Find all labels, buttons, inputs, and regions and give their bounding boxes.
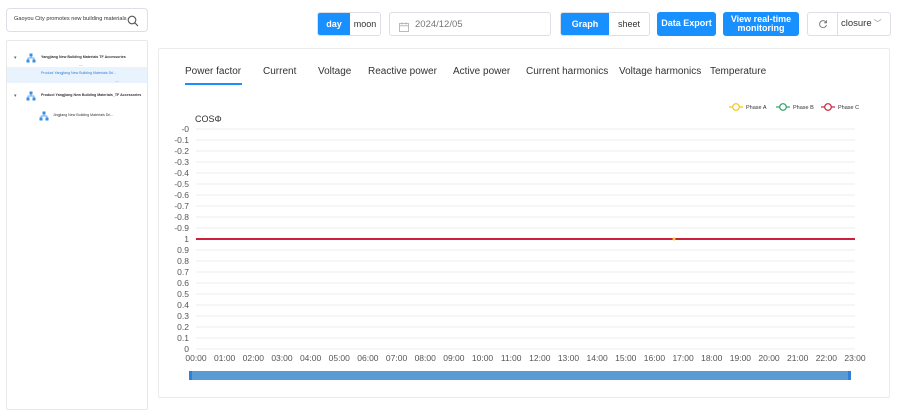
x-tick-label: 06:00 [357,353,379,363]
search-input-value: Gaoyou City promotes new building materi… [14,16,127,22]
y-tick-label: -0.7 [174,201,189,211]
x-tick-label: 18:00 [701,353,723,363]
legend-marker [779,103,787,111]
y-axis-label: COSΦ [195,114,222,124]
y-tick-label: -0.5 [174,179,189,189]
date-value: 2024/12/05 [415,19,463,30]
x-tick-label: 17:00 [672,353,694,363]
refresh-icon[interactable] [808,13,838,35]
zoom-scrollbar[interactable] [189,371,851,380]
view-sheet-button[interactable]: sheet [609,13,649,35]
y-tick-label: 0.1 [177,333,189,343]
chevron-down-icon: ﹀ [873,19,882,28]
y-tick-label: -0.9 [174,223,189,233]
tree-node-label: Product Yangjiang New Building Materials… [41,71,117,75]
closure-label: closure [841,18,872,29]
y-tick-label: -0.8 [174,212,189,222]
x-tick-label: 23:00 [844,353,866,363]
tree-node-label: Yangjiang New Building Materials TF Acce… [41,55,126,59]
y-tick-label: 0.3 [177,311,189,321]
x-tick-label: 09:00 [443,353,465,363]
x-tick-label: 07:00 [386,353,408,363]
y-tick-label: 0.5 [177,289,189,299]
realtime-label-line2: monitoring [737,23,785,33]
tree-node-group[interactable]: ▾ Yangjiang New Building Materials TF Ac… [7,51,147,67]
x-tick-label: 01:00 [214,353,236,363]
legend-label: Phase C [838,105,859,111]
realtime-monitoring-button[interactable]: View real-time monitoring [723,12,799,36]
x-tick-label: 20:00 [758,353,780,363]
closure-select[interactable]: closure ﹀ [807,12,891,36]
legend-marker [732,103,740,111]
zoom-handle-left[interactable] [189,371,192,380]
period-moon-button[interactable]: moon [350,13,380,35]
zoom-handle-right[interactable] [848,371,851,380]
org-node-icon [26,53,36,64]
legend-label: Phase B [793,105,814,111]
view-toggle: Graph sheet [560,12,650,36]
y-tick-label: 0.4 [177,300,189,310]
x-tick-label: 15:00 [615,353,637,363]
device-search-input[interactable]: Gaoyou City promotes new building materi… [6,8,148,32]
x-tick-label: 08:00 [415,353,437,363]
x-tick-label: 12:00 [529,353,551,363]
y-tick-label: 0.2 [177,322,189,332]
x-tick-label: 02:00 [243,353,265,363]
y-tick-label: 0.7 [177,267,189,277]
x-tick-label: 22:00 [816,353,838,363]
org-node-icon [26,91,36,102]
x-tick-label: 16:00 [644,353,666,363]
device-tree: ▾ Yangjiang New Building Materials TF Ac… [6,40,148,410]
x-tick-label: 11:00 [501,353,522,363]
view-graph-button[interactable]: Graph [561,13,609,35]
expand-arrow-icon[interactable]: ▾ [14,55,17,61]
y-tick-label: 1 [184,234,189,244]
y-tick-label: -0 [181,124,189,134]
x-tick-label: 21:00 [787,353,809,363]
x-tick-label: 00:00 [185,353,207,363]
tree-node-label: Jingjiang New Building Materials Dri... [53,113,114,117]
x-tick-label: 03:00 [271,353,293,363]
tree-node-leaf[interactable]: Product Yangjiang New Building Materials… [7,67,147,83]
period-toggle: day moon [317,12,381,36]
legend-label: Phase A [746,105,767,111]
y-tick-label: -0.6 [174,190,189,200]
y-tick-label: -0.3 [174,157,189,167]
chart-card: Power factor Current Voltage Reactive po… [158,48,890,398]
y-tick-label: 0.6 [177,278,189,288]
period-day-button[interactable]: day [318,13,350,35]
x-tick-label: 05:00 [329,353,351,363]
x-tick-label: 10:00 [472,353,494,363]
data-export-button[interactable]: Data Export [657,12,716,36]
search-icon[interactable] [127,14,139,32]
x-tick-label: 13:00 [558,353,580,363]
org-node-icon [39,111,49,122]
y-tick-label: -0.1 [174,135,189,145]
expand-arrow-icon[interactable]: ▾ [14,93,17,99]
calendar-icon [399,19,409,37]
y-tick-label: -0.2 [174,146,189,156]
y-tick-label: 0.9 [177,245,189,255]
legend-marker [824,103,832,111]
tree-node-group[interactable]: ▾ Product Yangjiang New Building Materia… [7,89,147,105]
date-picker[interactable]: 2024/12/05 [389,12,551,36]
y-tick-label: -0.4 [174,168,189,178]
power-factor-chart: COSΦ -0-0.1-0.2-0.3-0.4-0.5-0.6-0.7-0.8-0… [174,103,866,380]
tree-node-label: Product Yangjiang New Building Materials… [41,93,142,97]
series-point [672,237,676,241]
x-tick-label: 14:00 [586,353,608,363]
x-tick-label: 19:00 [730,353,752,363]
divider: — [115,78,119,83]
x-tick-label: 04:00 [300,353,322,363]
tree-node-leaf[interactable]: Jingjiang New Building Materials Dri... [7,109,147,125]
y-tick-label: 0.8 [177,256,189,266]
